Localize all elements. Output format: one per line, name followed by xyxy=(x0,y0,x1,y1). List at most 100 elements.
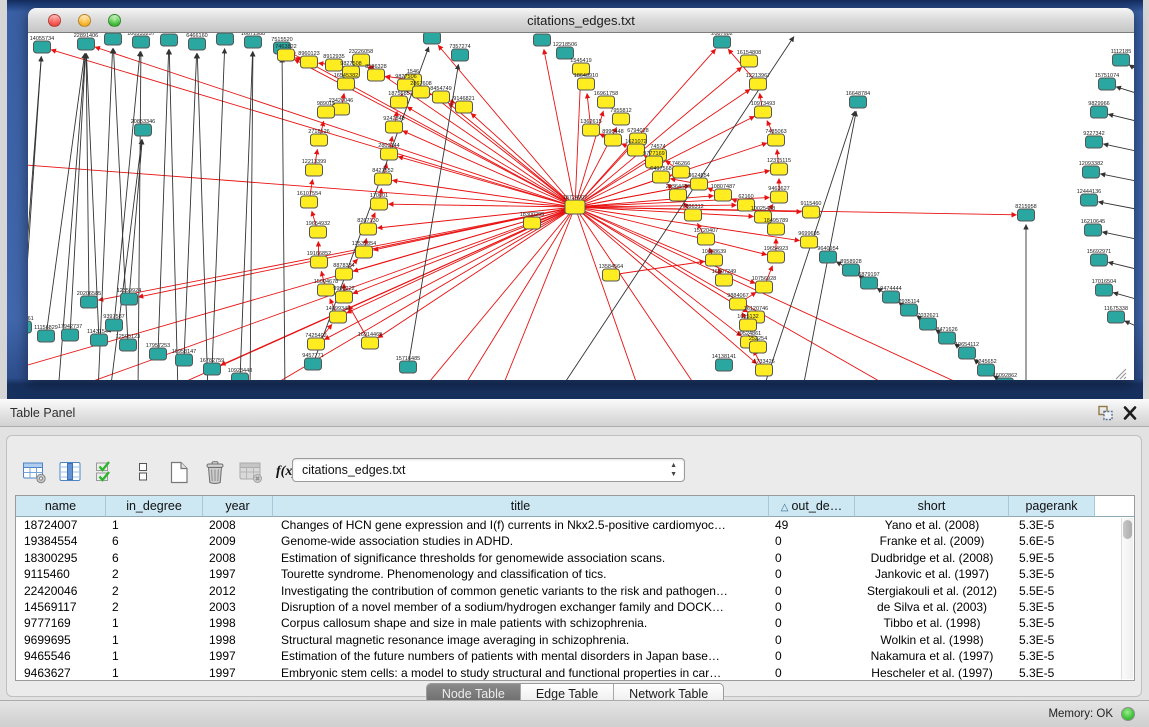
graph-node[interactable] xyxy=(653,171,670,183)
show-column-icon[interactable] xyxy=(57,459,84,486)
graph-node[interactable] xyxy=(301,56,318,68)
graph-node[interactable] xyxy=(740,319,757,331)
graph-node[interactable] xyxy=(920,318,937,330)
graph-node[interactable] xyxy=(1083,166,1100,178)
delete-table-icon-disabled[interactable] xyxy=(237,459,264,486)
graph-node[interactable] xyxy=(756,281,773,293)
graph-node[interactable] xyxy=(362,337,379,349)
graph-node[interactable] xyxy=(801,236,818,248)
graph-node[interactable] xyxy=(311,134,328,146)
graph-node[interactable] xyxy=(38,330,55,342)
graph-node[interactable] xyxy=(375,173,392,185)
table-mode-icon[interactable] xyxy=(21,459,48,486)
graph-node[interactable] xyxy=(768,134,785,146)
table-row[interactable]: 1456911722003Disruption of a novel membe… xyxy=(16,599,1134,615)
graph-node[interactable] xyxy=(613,113,630,125)
float-window-icon[interactable] xyxy=(1097,405,1115,421)
graph-node[interactable] xyxy=(768,251,785,263)
graph-node[interactable] xyxy=(850,96,867,108)
graph-node[interactable] xyxy=(534,34,551,46)
graph-node[interactable] xyxy=(34,41,51,53)
graph-node[interactable] xyxy=(750,341,767,353)
graph-node[interactable] xyxy=(1091,106,1108,118)
new-column-icon[interactable] xyxy=(165,459,192,486)
graph-node[interactable] xyxy=(1081,194,1098,206)
graph-node[interactable] xyxy=(524,217,541,229)
graph-node[interactable] xyxy=(245,36,262,48)
graph-node[interactable] xyxy=(1113,54,1130,66)
graph-node[interactable] xyxy=(1018,209,1035,221)
graph-node[interactable] xyxy=(1108,311,1125,323)
graph-node[interactable] xyxy=(189,38,206,50)
graph-node[interactable] xyxy=(91,334,108,346)
graph-node[interactable] xyxy=(338,78,355,90)
graph-node[interactable] xyxy=(861,277,878,289)
graph-node[interactable] xyxy=(311,256,328,268)
graph-node[interactable] xyxy=(820,251,837,263)
column-header-out_de[interactable]: △out_de… xyxy=(769,496,855,517)
graph-node[interactable] xyxy=(939,332,956,344)
graph-node[interactable] xyxy=(381,148,398,160)
resize-grip-icon[interactable] xyxy=(1116,369,1126,379)
memory-status-indicator[interactable] xyxy=(1121,707,1135,721)
table-row[interactable]: 911546021997Tourette syndrome. Phenomeno… xyxy=(16,566,1134,582)
graph-node[interactable] xyxy=(105,33,122,45)
graph-node[interactable] xyxy=(121,293,138,305)
network-window-titlebar[interactable]: citations_edges.txt xyxy=(28,8,1134,33)
select-rows-icon[interactable] xyxy=(93,459,120,486)
graph-node[interactable] xyxy=(1086,136,1103,148)
graph-node[interactable] xyxy=(106,319,123,331)
graph-node[interactable] xyxy=(603,269,620,281)
graph-node[interactable] xyxy=(62,329,79,341)
graph-node[interactable] xyxy=(386,121,403,133)
graph-node[interactable] xyxy=(628,144,645,156)
column-header-in_degree[interactable]: in_degree xyxy=(106,496,203,517)
graph-node[interactable] xyxy=(433,91,450,103)
table-row[interactable]: 1938455462009Genome-wide association stu… xyxy=(16,533,1134,549)
graph-node[interactable] xyxy=(120,339,137,351)
table-row[interactable]: 977716911998Corpus callosum shape and si… xyxy=(16,615,1134,631)
graph-node[interactable] xyxy=(670,189,687,201)
graph-node[interactable] xyxy=(176,354,193,366)
graph-node[interactable] xyxy=(698,233,715,245)
graph-node[interactable] xyxy=(424,33,441,44)
column-header-name[interactable]: name xyxy=(16,496,106,517)
graph-node[interactable] xyxy=(706,254,723,266)
scrollbar-thumb[interactable] xyxy=(1123,520,1132,539)
graph-node[interactable] xyxy=(318,106,335,118)
graph-node[interactable] xyxy=(901,304,918,316)
graph-node[interactable] xyxy=(843,264,860,276)
graph-node[interactable] xyxy=(583,124,600,136)
column-header-year[interactable]: year xyxy=(203,496,273,517)
graph-node[interactable] xyxy=(803,206,820,218)
graph-node[interactable] xyxy=(308,338,325,350)
table-row[interactable]: 2242004622012Investigating the contribut… xyxy=(16,583,1134,599)
table-row[interactable]: 1872400712008Changes of HCN gene express… xyxy=(16,517,1134,533)
graph-node[interactable] xyxy=(685,209,702,221)
graph-node[interactable] xyxy=(716,274,733,286)
row-height-icon[interactable] xyxy=(129,459,156,486)
graph-node[interactable] xyxy=(413,86,430,98)
graph-node[interactable] xyxy=(78,38,95,50)
graph-node[interactable] xyxy=(306,164,323,176)
graph-node[interactable] xyxy=(391,96,408,108)
graph-node[interactable] xyxy=(691,178,708,190)
graph-node[interactable] xyxy=(578,78,595,90)
table-row[interactable]: 969969511998Structural magnetic resonanc… xyxy=(16,632,1134,648)
graph-node[interactable] xyxy=(771,163,788,175)
graph-node[interactable] xyxy=(305,358,322,370)
graph-node[interactable] xyxy=(336,291,353,303)
graph-node[interactable] xyxy=(278,49,295,61)
graph-node[interactable] xyxy=(310,226,327,238)
graph-node[interactable] xyxy=(756,364,773,376)
graph-node[interactable] xyxy=(1099,78,1116,90)
graph-node[interactable] xyxy=(301,196,318,208)
graph-node[interactable] xyxy=(741,55,758,67)
graph-node[interactable] xyxy=(217,33,234,45)
graph-node[interactable] xyxy=(356,246,373,258)
graph-node[interactable] xyxy=(1096,284,1113,296)
vertical-scrollbar[interactable] xyxy=(1121,518,1133,679)
graph-node[interactable] xyxy=(673,166,690,178)
graph-node[interactable] xyxy=(81,296,98,308)
graph-node[interactable] xyxy=(715,189,732,201)
